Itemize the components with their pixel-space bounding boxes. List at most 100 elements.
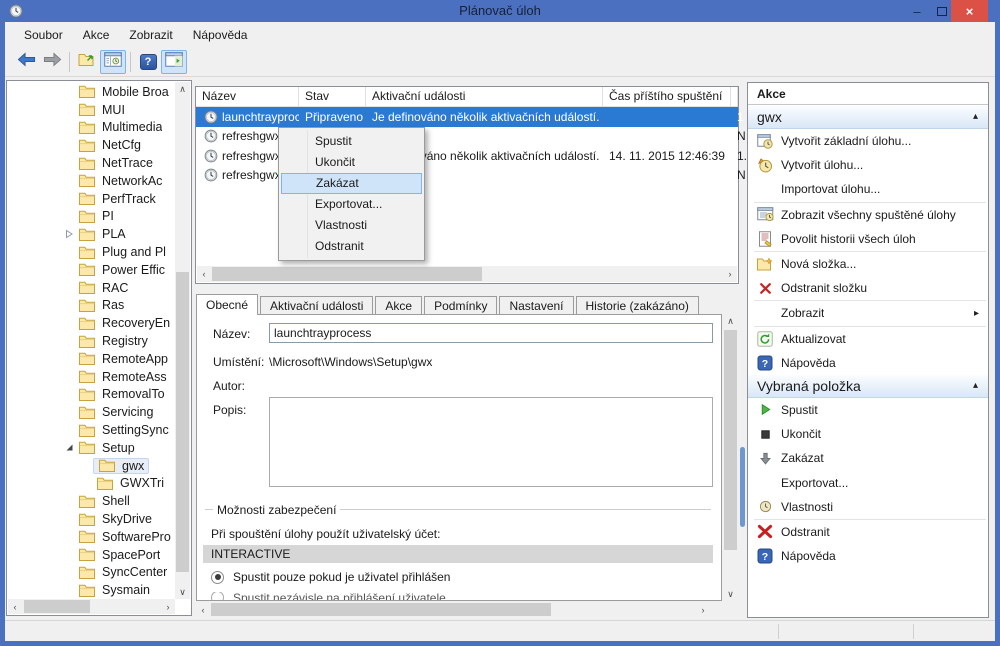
menu-akce[interactable]: Akce (74, 25, 119, 45)
tab-podm-nky[interactable]: Podmínky (424, 296, 497, 315)
tree-item-removalto[interactable]: RemovalTo (8, 386, 176, 404)
action-item-vlastnosti[interactable]: Vlastnosti (748, 495, 988, 519)
collapse-chevron-icon[interactable]: ▴ (973, 111, 978, 122)
action-item-aktualizovat[interactable]: Aktualizovat (748, 327, 988, 351)
tree-item-spaceport[interactable]: SpacePort (8, 546, 176, 564)
tree-item-nettrace[interactable]: NetTrace (8, 154, 176, 172)
tree-item-multimedia[interactable]: Multimedia (8, 119, 176, 137)
action-item-importovat-lohu[interactable]: Importovat úlohu... (748, 177, 988, 201)
tree-item-synccenter[interactable]: SyncCenter (8, 564, 176, 582)
detail-vscroll-thumb[interactable] (724, 330, 737, 550)
menu-zobrazit[interactable]: Zobrazit (120, 25, 181, 45)
context-menu-item-exportovat[interactable]: Exportovat... (281, 194, 422, 215)
tab-historie-zak-z-no[interactable]: Historie (zakázáno) (576, 296, 699, 315)
tree-item-registry[interactable]: Registry (8, 332, 176, 350)
tree-item-skydrive[interactable]: SkyDrive (8, 510, 176, 528)
detail-horizontal-scrollbar[interactable]: ‹ › (196, 602, 710, 617)
action-item-vytvo-it-z-kladn-lohu[interactable]: Vytvořit základní úlohu... (748, 129, 988, 153)
context-menu-item-ukon-it[interactable]: Ukončit (281, 152, 422, 173)
close-button[interactable]: × (951, 0, 988, 22)
tree-hscroll-thumb[interactable] (24, 600, 90, 613)
tree-item-softwarepro[interactable]: SoftwarePro (8, 528, 176, 546)
list-hscroll-thumb[interactable] (212, 267, 482, 281)
menu-soubor[interactable]: Soubor (15, 25, 72, 45)
action-item-ukon-it[interactable]: Ukončit (748, 422, 988, 446)
column-header-aktiva-n-ud-losti[interactable]: Aktivační události (366, 87, 603, 106)
tree-item-ras[interactable]: Ras (8, 297, 176, 315)
action-section-header-vybran-polo-ka[interactable]: Vybraná položka▴ (748, 375, 988, 398)
name-input[interactable] (269, 323, 713, 343)
tree-item-gwx[interactable]: gwx (8, 457, 176, 475)
context-menu-item-vlastnosti[interactable]: Vlastnosti (281, 215, 422, 236)
description-textarea[interactable] (269, 397, 713, 487)
tree-item-gwxtri[interactable]: GWXTri (8, 475, 176, 493)
tree-item-remoteapp[interactable]: RemoteApp (8, 350, 176, 368)
action-item-nov-slo-ka[interactable]: Nová složka... (748, 252, 988, 276)
help-button[interactable]: ? (135, 50, 161, 74)
tab-obecn[interactable]: Obecné (196, 294, 258, 315)
action-pane-scroll-thumb[interactable] (740, 447, 745, 527)
detail-hscroll-thumb[interactable] (211, 603, 551, 616)
tree-item-pi[interactable]: PI (8, 208, 176, 226)
context-menu-item-odstranit[interactable]: Odstranit (281, 236, 422, 257)
column-header-as-p-t-ho-spu-t-n[interactable]: Čas příštího spuštění (603, 87, 731, 106)
tree-item-remoteass[interactable]: RemoteAss (8, 368, 176, 386)
scroll-up-icon[interactable]: ∧ (723, 314, 738, 328)
expander-collapsed-icon[interactable] (65, 229, 75, 239)
action-item-zobrazit-v-echny-spu-t-n-lohy[interactable]: Zobrazit všechny spuštěné úlohy (748, 203, 988, 227)
collapse-chevron-icon[interactable]: ▴ (973, 380, 978, 391)
tree-item-settingsync[interactable]: SettingSync (8, 421, 176, 439)
back-button[interactable] (13, 50, 39, 74)
scroll-left-icon[interactable]: ‹ (8, 599, 22, 614)
context-menu-item-spustit[interactable]: Spustit (281, 131, 422, 152)
tab-akce[interactable]: Akce (375, 296, 422, 315)
menu-n-pov-da[interactable]: Nápověda (184, 25, 257, 45)
action-pane-toggle-button[interactable] (161, 50, 187, 74)
tree-item-netcfg[interactable]: NetCfg (8, 136, 176, 154)
export-button[interactable] (74, 50, 100, 74)
tree-item-mobile-broa[interactable]: Mobile Broa (8, 83, 176, 101)
tree-item-rac[interactable]: RAC (8, 279, 176, 297)
tree-item-sysmain[interactable]: Sysmain (8, 581, 176, 599)
detail-vertical-scrollbar[interactable]: ∧ ∨ (723, 314, 738, 601)
task-row-launchtrayprocess[interactable]: launchtrayprocessPřipravenoJe definováno… (196, 107, 738, 127)
tree-item-recoveryen[interactable]: RecoveryEn (8, 314, 176, 332)
tree-item-shell[interactable]: Shell (8, 492, 176, 510)
tree-item-networkac[interactable]: NetworkAc (8, 172, 176, 190)
column-header-stav[interactable]: Stav (299, 87, 366, 106)
action-item-odstranit-slo-ku[interactable]: Odstranit složku (748, 276, 988, 300)
action-item-odstranit[interactable]: Odstranit (748, 520, 988, 544)
action-item-spustit[interactable]: Spustit (748, 398, 988, 422)
scroll-right-icon[interactable]: › (161, 599, 175, 614)
forward-button[interactable] (39, 50, 65, 74)
tree-item-power-effic[interactable]: Power Effic (8, 261, 176, 279)
action-item-exportovat[interactable]: Exportovat... (748, 470, 988, 494)
tree-item-servicing[interactable]: Servicing (8, 403, 176, 421)
scroll-down-icon[interactable]: ∨ (175, 585, 190, 599)
context-menu-item-zak-zat[interactable]: Zakázat (281, 173, 422, 194)
tab-nastaven[interactable]: Nastavení (499, 296, 573, 315)
tree-item-mui[interactable]: MUI (8, 101, 176, 119)
title-bar[interactable]: Plánovač úloh – × (0, 0, 1000, 22)
tab-aktiva-n-ud-losti[interactable]: Aktivační události (260, 296, 373, 315)
scroll-right-icon[interactable]: › (723, 266, 737, 282)
radio-run-logged-on[interactable]: Spustit pouze pokud je uživatel přihláše… (211, 570, 450, 584)
action-item-n-pov-da[interactable]: ?Nápověda (748, 351, 988, 375)
action-item-zobrazit[interactable]: Zobrazit▸ (748, 301, 988, 325)
tree-horizontal-scrollbar[interactable]: ‹ › (8, 599, 175, 614)
scroll-down-icon[interactable]: ∨ (723, 587, 738, 601)
column-header-n-zev[interactable]: Název (196, 87, 299, 106)
radio-run-whether-logged[interactable]: Spustit nezávisle na přihlášení uživatel… (211, 592, 446, 601)
minimize-button[interactable]: – (905, 0, 929, 22)
scroll-right-icon[interactable]: › (696, 602, 710, 617)
tree-vertical-scrollbar[interactable]: ∧ ∨ (175, 82, 190, 599)
tree-vscroll-thumb[interactable] (176, 272, 189, 572)
action-section-header-gwx[interactable]: gwx▴ (748, 106, 988, 129)
expander-expanded-icon[interactable] (65, 443, 75, 452)
tree-item-setup[interactable]: Setup (8, 439, 176, 457)
tree-item-plug-and-pl[interactable]: Plug and Pl (8, 243, 176, 261)
action-item-n-pov-da[interactable]: ?Nápověda (748, 544, 988, 568)
scroll-up-icon[interactable]: ∧ (175, 82, 190, 96)
action-item-vytvo-it-lohu[interactable]: Vytvořit úlohu... (748, 153, 988, 177)
column-header-[interactable]: Č (731, 87, 738, 106)
